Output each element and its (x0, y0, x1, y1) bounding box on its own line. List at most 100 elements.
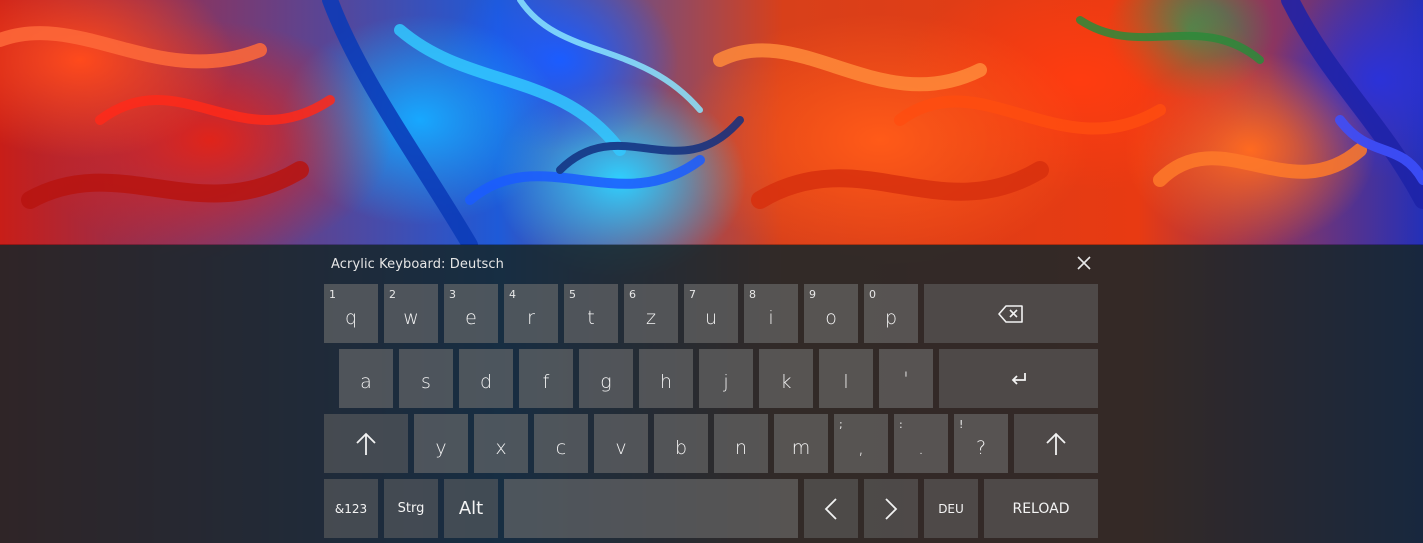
enter-icon (1010, 372, 1028, 386)
key-j[interactable]: j (699, 349, 753, 408)
key-g[interactable]: g (579, 349, 633, 408)
shift-icon (355, 432, 377, 456)
key-e[interactable]: 3e (444, 284, 498, 343)
key-o[interactable]: 9o (804, 284, 858, 343)
key-u[interactable]: 7u (684, 284, 738, 343)
key-label: j (723, 370, 729, 393)
key-label: Strg (397, 501, 425, 516)
key-label: y (435, 436, 447, 459)
key-y[interactable]: y (414, 414, 468, 473)
key-f[interactable]: f (519, 349, 573, 408)
keyboard-title: Acrylic Keyboard: Deutsch (331, 257, 504, 272)
key-label: h (659, 370, 673, 393)
key-hint: 2 (389, 288, 396, 301)
key-k[interactable]: k (759, 349, 813, 408)
chevron-right-icon (884, 497, 898, 521)
key-label: &123 (334, 501, 368, 516)
key-c[interactable]: c (534, 414, 588, 473)
key-t[interactable]: 5t (564, 284, 618, 343)
key-r[interactable]: 4r (504, 284, 558, 343)
key-d[interactable]: d (459, 349, 513, 408)
key-hint: 3 (449, 288, 456, 301)
key-label: c (555, 436, 567, 459)
key-label: ' (903, 367, 909, 390)
key-label: z (646, 306, 656, 329)
key-hint: : (899, 418, 903, 431)
key-label: b (674, 436, 688, 459)
backspace-key[interactable] (924, 284, 1098, 343)
key-v[interactable]: v (594, 414, 648, 473)
key-hint: 6 (629, 288, 636, 301)
key-s[interactable]: s (399, 349, 453, 408)
key-label: v (615, 436, 627, 459)
key-l[interactable]: l (819, 349, 873, 408)
key-q[interactable]: 1q (324, 284, 378, 343)
key-hint: 9 (809, 288, 816, 301)
key-label: x (495, 436, 507, 459)
key-label: l (843, 370, 849, 393)
key-label: Alt (458, 498, 484, 519)
key-z[interactable]: 6z (624, 284, 678, 343)
key-label: d (479, 370, 493, 393)
key-label: m (791, 436, 811, 459)
cursor-right-key[interactable] (864, 479, 918, 538)
key-label: w (403, 306, 419, 329)
key-label: a (360, 370, 372, 393)
key-hint: 4 (509, 288, 516, 301)
language-key[interactable]: DEU (924, 479, 978, 538)
key-label: . (917, 436, 925, 459)
shift-icon (1045, 432, 1067, 456)
key-label: s (421, 370, 431, 393)
shift-right-key[interactable] (1014, 414, 1098, 473)
key-m[interactable]: m (774, 414, 828, 473)
key-p[interactable]: 0p (864, 284, 918, 343)
key-apostrophe[interactable]: ' (879, 349, 933, 408)
key-label: t (587, 306, 595, 329)
key-label: p (884, 306, 898, 329)
key-label: k (780, 370, 792, 393)
key-label: g (600, 370, 612, 393)
key-label: DEU (938, 501, 964, 516)
key-w[interactable]: 2w (384, 284, 438, 343)
key-label: n (734, 436, 748, 459)
key-hint: ! (959, 418, 964, 431)
key-hint: 7 (689, 288, 696, 301)
shift-left-key[interactable] (324, 414, 408, 473)
key-label: ? (975, 436, 987, 459)
ctrl-key[interactable]: Strg (384, 479, 438, 538)
key-label: RELOAD (1012, 500, 1070, 517)
reload-key[interactable]: RELOAD (984, 479, 1098, 538)
key-label: f (542, 370, 550, 393)
key-comma[interactable]: ;, (834, 414, 888, 473)
key-label: e (465, 306, 477, 329)
key-label: u (704, 306, 718, 329)
key-period[interactable]: :. (894, 414, 948, 473)
key-hint: ; (839, 418, 843, 431)
close-button[interactable] (1071, 252, 1097, 278)
key-label: r (527, 306, 535, 329)
cursor-left-key[interactable] (804, 479, 858, 538)
key-hint: 0 (869, 288, 876, 301)
close-icon (1076, 255, 1092, 275)
key-x[interactable]: x (474, 414, 528, 473)
key-label: , (857, 436, 865, 459)
key-label: i (768, 306, 774, 329)
key-label: q (344, 306, 358, 329)
key-a[interactable]: a (339, 349, 393, 408)
alt-key[interactable]: Alt (444, 479, 498, 538)
key-hint: 5 (569, 288, 576, 301)
key-hint: 8 (749, 288, 756, 301)
key-n[interactable]: n (714, 414, 768, 473)
enter-key[interactable] (939, 349, 1098, 408)
key-b[interactable]: b (654, 414, 708, 473)
key-h[interactable]: h (639, 349, 693, 408)
wallpaper-strokes (0, 0, 1423, 245)
key-label: o (825, 306, 837, 329)
key-i[interactable]: 8i (744, 284, 798, 343)
backspace-icon (998, 304, 1024, 323)
chevron-left-icon (824, 497, 838, 521)
symbols-key[interactable]: &123 (324, 479, 378, 538)
key-hint: 1 (329, 288, 336, 301)
key-question[interactable]: !? (954, 414, 1008, 473)
space-key[interactable] (504, 479, 798, 538)
